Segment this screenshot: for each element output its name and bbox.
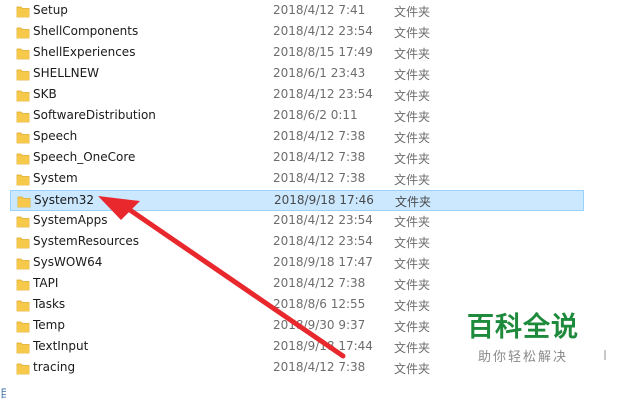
file-date: 2018/9/18 17:44 [273,339,373,353]
file-type: 文件夹 [394,5,431,19]
file-row[interactable]: SystemApps 2018/4/12 23:54 文件夹 [10,211,584,232]
file-name: Speech_OneCore [33,150,136,164]
file-date: 2018/6/2 0:11 [273,108,358,122]
file-date: 2018/4/12 23:54 [273,234,373,248]
file-type: 文件夹 [394,320,431,334]
file-date: 2018/4/12 7:38 [273,276,366,290]
file-name: ShellExperiences [33,45,136,59]
folder-icon [16,90,30,102]
file-type: 文件夹 [394,236,431,250]
file-type: 文件夹 [394,215,431,229]
file-type: 文件夹 [394,89,431,103]
file-type: 文件夹 [394,362,431,376]
file-name: Tasks [33,297,66,311]
file-date: 2018/8/6 12:55 [273,297,366,311]
file-name: SHELLNEW [33,66,100,80]
file-date: 2018/4/12 7:38 [273,171,366,185]
file-row[interactable]: ShellExperiences 2018/8/15 17:49 文件夹 [10,43,584,64]
file-name: SKB [33,87,57,101]
file-type: 文件夹 [394,110,431,124]
folder-icon [16,6,30,18]
file-type: 文件夹 [394,257,431,271]
file-type: 文件夹 [394,131,431,145]
file-row[interactable]: SoftwareDistribution 2018/6/2 0:11 文件夹 [10,106,584,127]
file-type: 文件夹 [394,26,431,40]
watermark-subtitle: 助你轻松解决 [477,350,568,365]
folder-icon [16,216,30,228]
file-name: tracing [33,360,76,374]
file-type: 文件夹 [394,68,431,82]
file-date: 2018/6/1 23:43 [273,66,366,80]
file-name: TAPI [33,276,59,290]
folder-icon [16,363,30,375]
folder-icon [16,174,30,186]
file-name: Temp [33,318,65,332]
file-name: SoftwareDistribution [33,108,156,122]
scrollbar-edge [604,350,606,360]
file-row[interactable]: System32 2018/9/18 17:46 文件夹 [10,190,584,211]
folder-icon [16,237,30,249]
file-date: 2018/4/12 7:41 [273,3,366,17]
folder-icon [16,342,30,354]
file-name: Speech [33,129,78,143]
edge-glyph: 目 [0,387,6,400]
file-date: 2018/9/18 17:47 [273,255,373,269]
file-type: 文件夹 [394,341,431,355]
file-name: System32 [34,193,95,207]
file-date: 2018/9/30 9:37 [273,318,366,332]
file-row[interactable]: TAPI 2018/4/12 7:38 文件夹 [10,274,584,295]
file-row[interactable]: Speech_OneCore 2018/4/12 7:38 文件夹 [10,148,584,169]
file-type: 文件夹 [394,152,431,166]
folder-icon [16,153,30,165]
file-name: Setup [33,3,68,17]
folder-icon [16,48,30,60]
folder-icon [16,279,30,291]
file-type: 文件夹 [394,47,431,61]
file-type: 文件夹 [394,299,431,313]
folder-icon [16,132,30,144]
file-row[interactable]: SystemResources 2018/4/12 23:54 文件夹 [10,232,584,253]
file-date: 2018/4/12 23:54 [273,24,373,38]
file-type: 文件夹 [394,173,431,187]
file-type: 文件夹 [395,195,432,209]
watermark-title: 百科全说 [467,312,579,343]
file-date: 2018/4/12 7:38 [273,150,366,164]
file-name: SysWOW64 [33,255,103,269]
folder-icon [16,321,30,333]
file-date: 2018/4/12 23:54 [273,213,373,227]
folder-icon [16,258,30,270]
file-name: SystemApps [33,213,108,227]
file-date: 2018/4/12 7:38 [273,129,366,143]
file-row[interactable]: SKB 2018/4/12 23:54 文件夹 [10,85,584,106]
file-date: 2018/9/18 17:46 [274,193,374,207]
file-row[interactable]: System 2018/4/12 7:38 文件夹 [10,169,584,190]
file-date: 2018/4/12 7:38 [273,360,366,374]
file-type: 文件夹 [394,278,431,292]
file-name: SystemResources [33,234,140,248]
folder-icon [17,196,31,208]
file-row[interactable]: Setup 2018/4/12 7:41 文件夹 [10,1,584,22]
file-date: 2018/8/15 17:49 [273,45,373,59]
file-row[interactable]: ShellComponents 2018/4/12 23:54 文件夹 [10,22,584,43]
folder-icon [16,27,30,39]
folder-icon [16,111,30,123]
file-row[interactable]: Speech 2018/4/12 7:38 文件夹 [10,127,584,148]
file-name: ShellComponents [33,24,139,38]
watermark: 百科全说 助你轻松解决 [462,312,584,365]
file-name: System [33,171,78,185]
file-row[interactable]: SHELLNEW 2018/6/1 23:43 文件夹 [10,64,584,85]
folder-icon [16,300,30,312]
file-row[interactable]: SysWOW64 2018/9/18 17:47 文件夹 [10,253,584,274]
file-date: 2018/4/12 23:54 [273,87,373,101]
folder-icon [16,69,30,81]
file-name: TextInput [33,339,89,353]
